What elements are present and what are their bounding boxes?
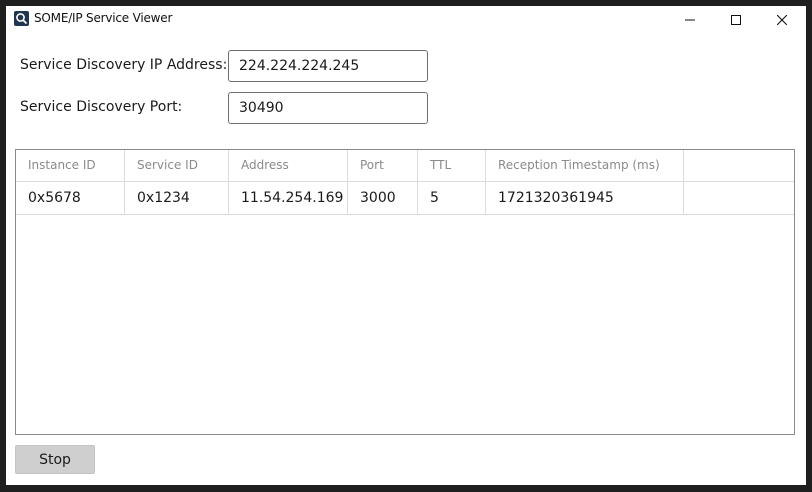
ip-address-field-box: [228, 50, 428, 82]
port-input[interactable]: [229, 93, 425, 123]
services-table[interactable]: Instance ID Service ID Address Port TTL …: [15, 149, 795, 435]
minimize-icon: [685, 19, 695, 20]
column-header-instance-id[interactable]: Instance ID: [16, 150, 125, 181]
cell-port: 3000: [348, 182, 418, 214]
column-header-ttl[interactable]: TTL: [418, 150, 486, 181]
column-header-port[interactable]: Port: [348, 150, 418, 181]
cell-filler: [684, 182, 794, 214]
main-window: SOME/IP Service Viewer Service Discovery…: [6, 6, 806, 485]
ip-address-label: Service Discovery IP Address:: [20, 57, 228, 73]
column-header-filler: [684, 150, 794, 181]
cell-address: 11.54.254.169: [229, 182, 348, 214]
cell-instance-id: 0x5678: [16, 182, 125, 214]
table-header: Instance ID Service ID Address Port TTL …: [16, 150, 794, 182]
table-row[interactable]: 0x5678 0x1234 11.54.254.169 3000 5 17213…: [16, 182, 794, 215]
magnifier-icon: [14, 11, 29, 26]
close-icon: [777, 14, 787, 25]
column-header-address[interactable]: Address: [229, 150, 348, 181]
column-header-reception-timestamp[interactable]: Reception Timestamp (ms): [486, 150, 684, 181]
maximize-button[interactable]: [713, 6, 759, 33]
ip-address-input[interactable]: [229, 51, 425, 81]
port-label: Service Discovery Port:: [20, 99, 183, 115]
stop-button[interactable]: Stop: [15, 445, 95, 474]
maximize-icon: [731, 14, 741, 25]
column-header-service-id[interactable]: Service ID: [125, 150, 229, 181]
cell-reception-timestamp: 1721320361945: [486, 182, 684, 214]
minimize-button[interactable]: [667, 6, 713, 33]
close-button[interactable]: [759, 6, 805, 33]
cell-ttl: 5: [418, 182, 486, 214]
cell-service-id: 0x1234: [125, 182, 229, 214]
window-title: SOME/IP Service Viewer: [34, 11, 173, 25]
title-bar[interactable]: SOME/IP Service Viewer: [6, 6, 806, 33]
port-field-box: [228, 92, 428, 124]
